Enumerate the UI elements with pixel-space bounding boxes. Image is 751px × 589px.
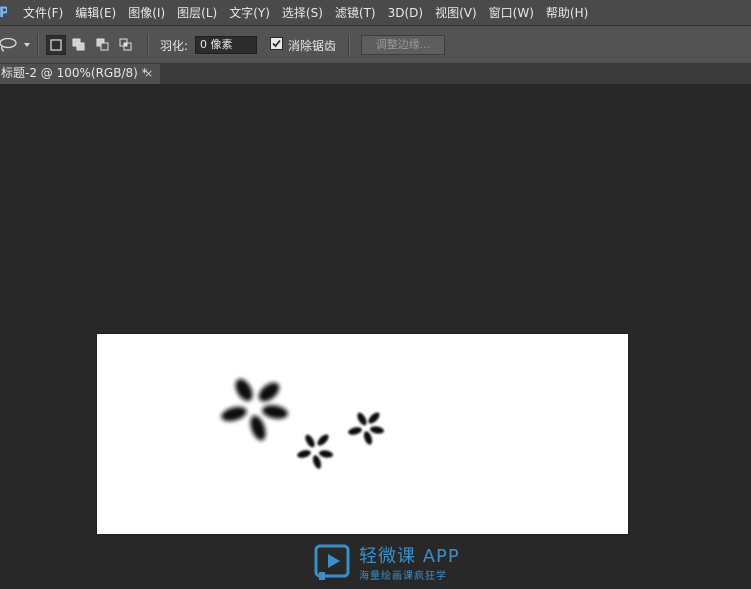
video-play-logo-icon bbox=[313, 542, 353, 586]
feather-label: 羽化: bbox=[160, 39, 189, 53]
divider bbox=[147, 34, 149, 56]
flower-brush-mark-small-1 bbox=[348, 412, 384, 445]
menu-type[interactable]: 文字(Y) bbox=[229, 4, 280, 21]
app-logo: Ps bbox=[0, 4, 7, 21]
menu-file[interactable]: 文件(F) bbox=[23, 4, 73, 21]
menu-window[interactable]: 窗口(W) bbox=[489, 4, 544, 21]
menu-filter[interactable]: 滤镜(T) bbox=[335, 4, 386, 21]
options-bar: 羽化: 0 像素 消除锯齿 调整边缘... bbox=[0, 26, 751, 64]
watermark-title: 轻微课 APP bbox=[359, 546, 460, 567]
subtract-from-selection-button[interactable] bbox=[93, 35, 113, 55]
antialias-label: 消除锯齿 bbox=[288, 39, 337, 53]
lasso-icon[interactable] bbox=[0, 37, 17, 53]
menu-3d[interactable]: 3D(D) bbox=[388, 6, 433, 20]
add-to-selection-button[interactable] bbox=[69, 35, 89, 55]
divider bbox=[348, 34, 350, 56]
close-icon[interactable]: × bbox=[144, 64, 153, 83]
document-canvas[interactable] bbox=[97, 334, 628, 534]
menu-bar: Ps 文件(F) 编辑(E) 图像(I) 图层(L) 文字(Y) 选择(S) 滤… bbox=[0, 0, 751, 26]
menu-layer[interactable]: 图层(L) bbox=[177, 4, 227, 21]
menu-help[interactable]: 帮助(H) bbox=[546, 4, 598, 21]
feather-input[interactable]: 0 像素 bbox=[195, 36, 257, 54]
intersect-selection-button[interactable] bbox=[116, 35, 136, 55]
divider bbox=[37, 34, 39, 56]
menu-edit[interactable]: 编辑(E) bbox=[75, 4, 126, 21]
menu-select[interactable]: 选择(S) bbox=[282, 4, 333, 21]
document-tab-title: 标题-2 @ 100%(RGB/8) * bbox=[1, 66, 148, 80]
tool-preset-dropdown-icon[interactable] bbox=[24, 43, 30, 47]
refine-edge-button[interactable]: 调整边缘... bbox=[361, 35, 445, 55]
menu-view[interactable]: 视图(V) bbox=[435, 4, 487, 21]
watermark-subtitle: 海量绘画课疯狂学 bbox=[359, 571, 447, 582]
document-tab-bar: 标题-2 @ 100%(RGB/8) * × bbox=[0, 64, 751, 84]
flower-brush-mark-large bbox=[221, 379, 288, 441]
watermark: 轻微课 APP 海量绘画课疯狂学 bbox=[313, 542, 463, 584]
antialias-checkbox[interactable] bbox=[270, 37, 283, 50]
document-tab[interactable]: 标题-2 @ 100%(RGB/8) * × bbox=[0, 64, 160, 84]
flower-brush-mark-small-2 bbox=[297, 434, 333, 469]
menu-image[interactable]: 图像(I) bbox=[128, 4, 175, 21]
new-selection-button[interactable] bbox=[46, 35, 66, 55]
